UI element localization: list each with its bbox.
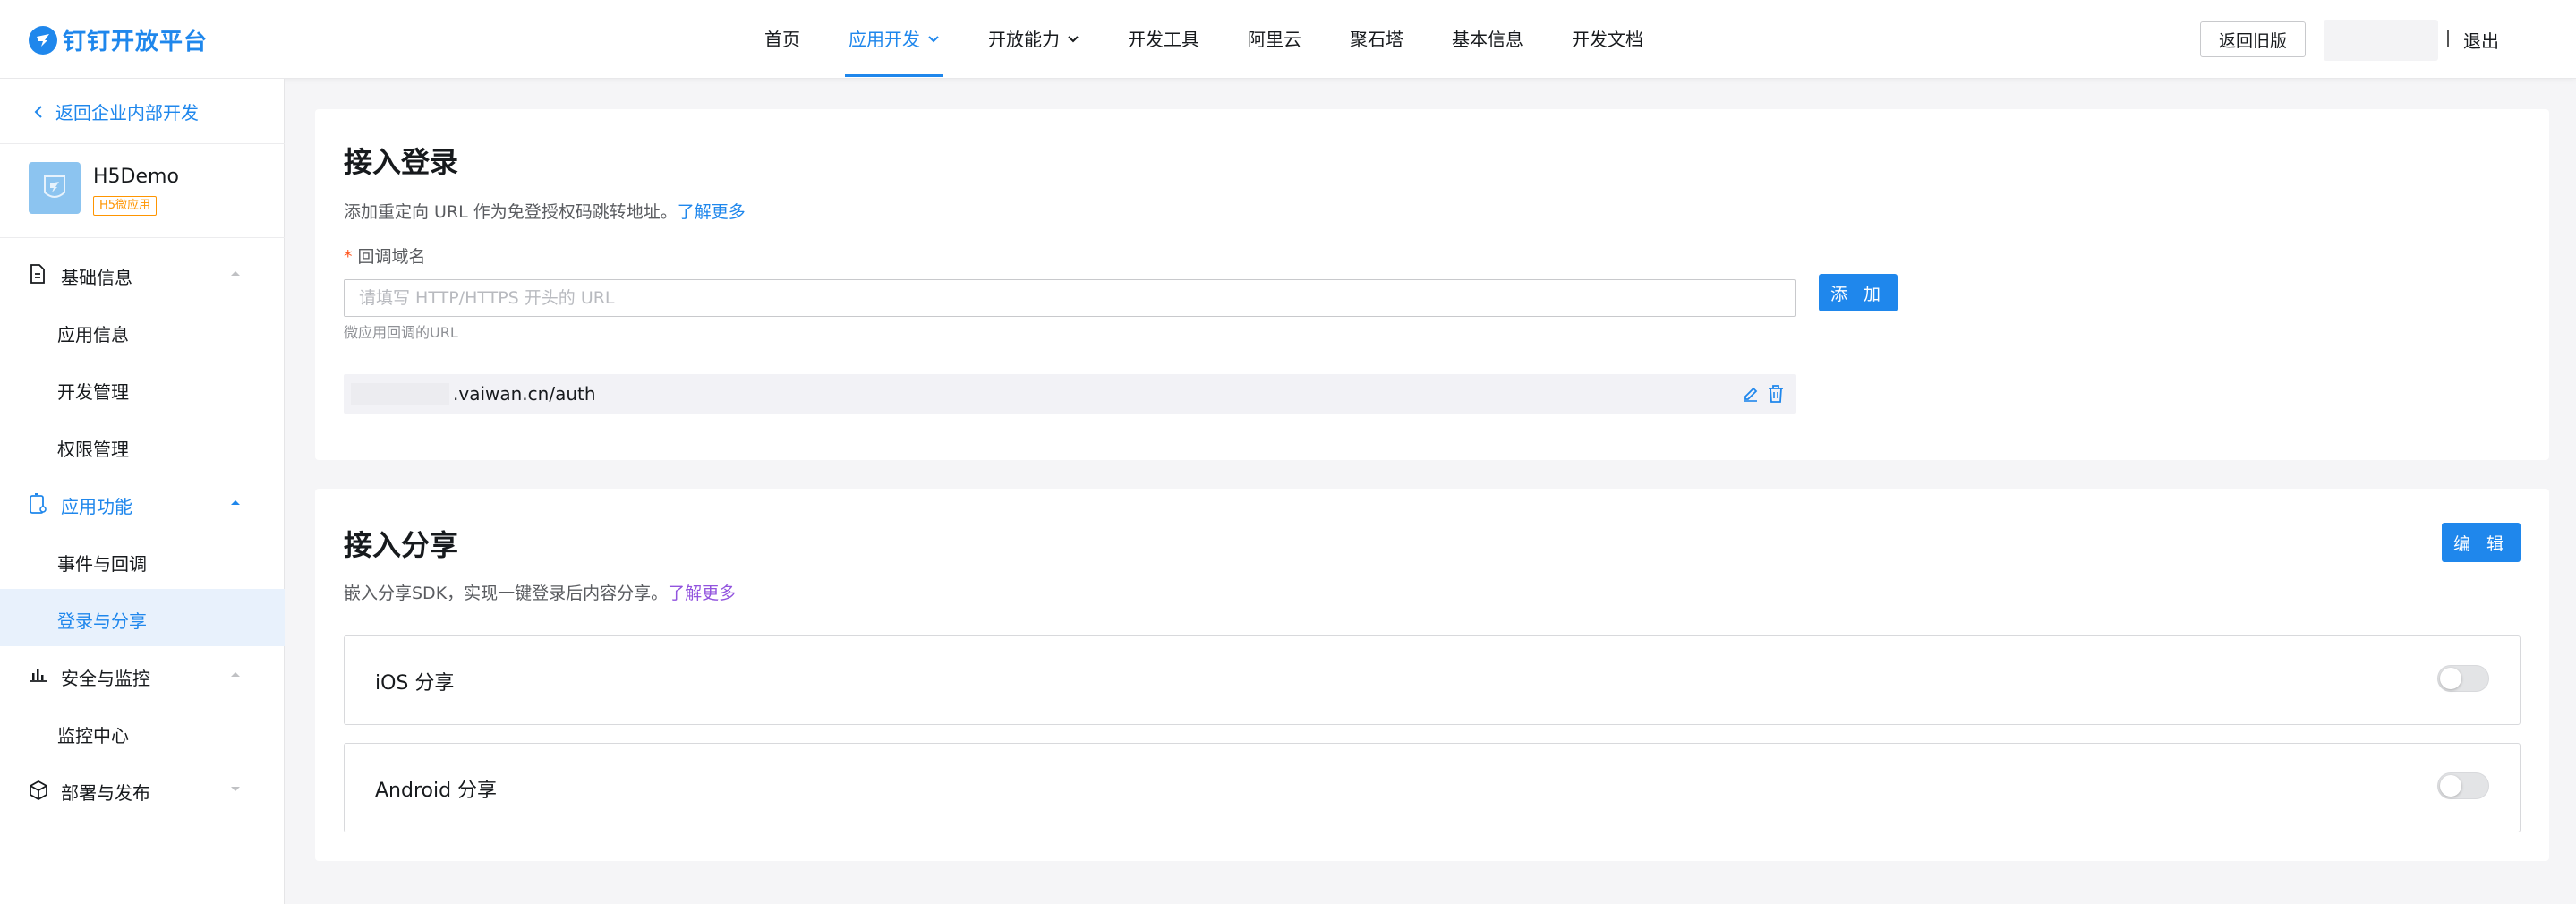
nav-item-aliyun[interactable]: 阿里云 bbox=[1235, 0, 1314, 79]
nav-item-dev-tools[interactable]: 开发工具 bbox=[1115, 0, 1212, 79]
nav-item-home[interactable]: 首页 bbox=[752, 0, 813, 79]
sidebar-item-label: 监控中心 bbox=[57, 725, 129, 746]
brand-logo[interactable]: 钉钉开放平台 bbox=[29, 23, 208, 56]
login-integration-card: 接入登录 添加重定向 URL 作为免登授权码跳转地址。了解更多 *回调域名 添 … bbox=[315, 109, 2549, 460]
nav-item-jushita[interactable]: 聚石塔 bbox=[1337, 0, 1416, 79]
sidebar-item-login-share[interactable]: 登录与分享 bbox=[0, 589, 285, 646]
brand-name: 钉钉开放平台 bbox=[63, 29, 209, 55]
nav-item-label: 聚石塔 bbox=[1350, 29, 1403, 50]
sidebar-item-label: 应用信息 bbox=[57, 324, 129, 345]
sidebar-group-security-monitoring[interactable]: 安全与监控 bbox=[0, 646, 285, 704]
login-card-title: 接入登录 bbox=[344, 145, 459, 179]
callback-domain-label: * 回调域名 bbox=[344, 243, 426, 268]
chevron-left-icon bbox=[34, 105, 42, 118]
back-to-internal-dev-link[interactable]: 返回企业内部开发 bbox=[34, 98, 199, 124]
app-logo-icon bbox=[44, 175, 65, 198]
sidebar-group-basic-info[interactable]: 基础信息 bbox=[0, 245, 285, 303]
sidebar-group-deploy-publish[interactable]: 部署与发布 bbox=[0, 761, 285, 818]
nav-item-label: 开发工具 bbox=[1128, 29, 1199, 50]
toggle-knob bbox=[2440, 668, 2461, 689]
login-desc-text: 添加重定向 URL 作为免登授权码跳转地址。 bbox=[344, 202, 678, 222]
chevron-down-icon bbox=[1068, 36, 1079, 43]
back-link-label: 返回企业内部开发 bbox=[55, 102, 199, 124]
sidebar-item-events-callbacks[interactable]: 事件与回调 bbox=[0, 532, 285, 589]
android-share-label: Android 分享 bbox=[375, 780, 498, 802]
nav-item-label: 基本信息 bbox=[1452, 29, 1523, 50]
chevron-down-icon bbox=[928, 36, 939, 43]
caret-up-icon bbox=[231, 672, 240, 677]
delete-icon[interactable] bbox=[1767, 384, 1785, 404]
sidebar-item-dev-management[interactable]: 开发管理 bbox=[0, 360, 285, 417]
caret-down-icon bbox=[231, 787, 240, 791]
nav-item-dev-docs[interactable]: 开发文档 bbox=[1559, 0, 1656, 79]
sidebar-group-label: 部署与发布 bbox=[61, 782, 150, 804]
caret-up-icon bbox=[231, 500, 240, 505]
sidebar-group-label: 基础信息 bbox=[61, 267, 132, 288]
app-type-badge: H5微应用 bbox=[93, 196, 158, 216]
sidebar-item-label: 登录与分享 bbox=[57, 610, 147, 632]
sidebar-group-app-function[interactable]: 应用功能 bbox=[0, 474, 285, 532]
field-label-text: 回调域名 bbox=[357, 247, 426, 267]
android-share-row: Android 分享 bbox=[344, 743, 2521, 832]
nav-item-label: 开放能力 bbox=[988, 29, 1060, 50]
dingtalk-logo-icon bbox=[29, 25, 57, 55]
main-nav: 首页 应用开发 开放能力 开发工具 阿里云 聚石塔 基本信息 开发文档 bbox=[752, 0, 1679, 79]
app-avatar bbox=[29, 162, 81, 214]
document-icon bbox=[30, 264, 45, 284]
nav-item-app-dev[interactable]: 应用开发 bbox=[836, 0, 952, 79]
ios-share-label: iOS 分享 bbox=[375, 672, 455, 695]
nav-item-open-capability[interactable]: 开放能力 bbox=[976, 0, 1092, 79]
sidebar-item-label: 开发管理 bbox=[57, 381, 129, 403]
redacted-subdomain bbox=[351, 383, 449, 405]
share-card-description: 嵌入分享SDK，实现一键登录后内容分享。了解更多 bbox=[344, 580, 736, 604]
share-learn-more-link[interactable]: 了解更多 bbox=[668, 584, 736, 603]
sidebar-item-label: 权限管理 bbox=[57, 439, 129, 460]
user-account-area[interactable] bbox=[2324, 20, 2438, 61]
share-integration-card: 接入分享 编 辑 嵌入分享SDK，实现一键登录后内容分享。了解更多 iOS 分享… bbox=[315, 489, 2549, 861]
toggle-knob bbox=[2440, 775, 2461, 797]
ios-share-toggle[interactable] bbox=[2437, 665, 2489, 692]
nav-item-basic-info[interactable]: 基本信息 bbox=[1439, 0, 1536, 79]
nav-item-label: 首页 bbox=[764, 29, 800, 50]
callback-url-hint: 微应用回调的URL bbox=[344, 324, 458, 341]
nav-item-label: 阿里云 bbox=[1248, 29, 1301, 50]
share-desc-text: 嵌入分享SDK，实现一键登录后内容分享。 bbox=[344, 584, 669, 603]
app-info-block: H5Demo H5微应用 bbox=[0, 143, 285, 238]
edit-icon[interactable] bbox=[1742, 385, 1760, 403]
login-card-description: 添加重定向 URL 作为免登授权码跳转地址。了解更多 bbox=[344, 199, 746, 223]
caret-up-icon bbox=[231, 271, 240, 276]
ios-share-row: iOS 分享 bbox=[344, 635, 2521, 725]
add-url-button[interactable]: 添 加 bbox=[1819, 274, 1898, 311]
sidebar-item-monitoring-center[interactable]: 监控中心 bbox=[0, 704, 285, 761]
sidebar-group-label: 安全与监控 bbox=[61, 668, 150, 689]
callback-url-input[interactable] bbox=[344, 279, 1796, 317]
divider bbox=[2447, 30, 2449, 47]
sidebar-item-app-info[interactable]: 应用信息 bbox=[0, 303, 285, 360]
top-nav-bar: 钉钉开放平台 首页 应用开发 开放能力 开发工具 阿里云 聚石塔 基本信息 开发… bbox=[0, 0, 2576, 79]
sidebar-item-label: 事件与回调 bbox=[57, 553, 147, 575]
app-function-icon bbox=[30, 493, 47, 514]
sidebar: 返回企业内部开发 H5Demo H5微应用 基础信息 应用信息 开发管理 权限管… bbox=[0, 79, 285, 904]
android-share-toggle[interactable] bbox=[2437, 772, 2489, 799]
share-card-title: 接入分享 bbox=[344, 528, 459, 562]
callback-url-value: .vaiwan.cn/auth bbox=[453, 383, 596, 405]
callback-url-row: .vaiwan.cn/auth bbox=[344, 374, 1796, 414]
login-learn-more-link[interactable]: 了解更多 bbox=[678, 202, 746, 222]
app-name: H5Demo bbox=[93, 166, 179, 188]
nav-item-label: 开发文档 bbox=[1572, 29, 1643, 50]
sidebar-item-permission-management[interactable]: 权限管理 bbox=[0, 417, 285, 474]
return-old-version-button[interactable]: 返回旧版 bbox=[2200, 21, 2306, 57]
bar-chart-icon bbox=[30, 669, 47, 682]
cube-icon bbox=[30, 780, 47, 801]
sidebar-group-label: 应用功能 bbox=[61, 496, 132, 517]
nav-item-label: 应用开发 bbox=[849, 29, 920, 50]
required-asterisk: * bbox=[344, 247, 353, 267]
logout-link[interactable]: 退出 bbox=[2463, 27, 2499, 53]
share-edit-button[interactable]: 编 辑 bbox=[2442, 523, 2521, 562]
